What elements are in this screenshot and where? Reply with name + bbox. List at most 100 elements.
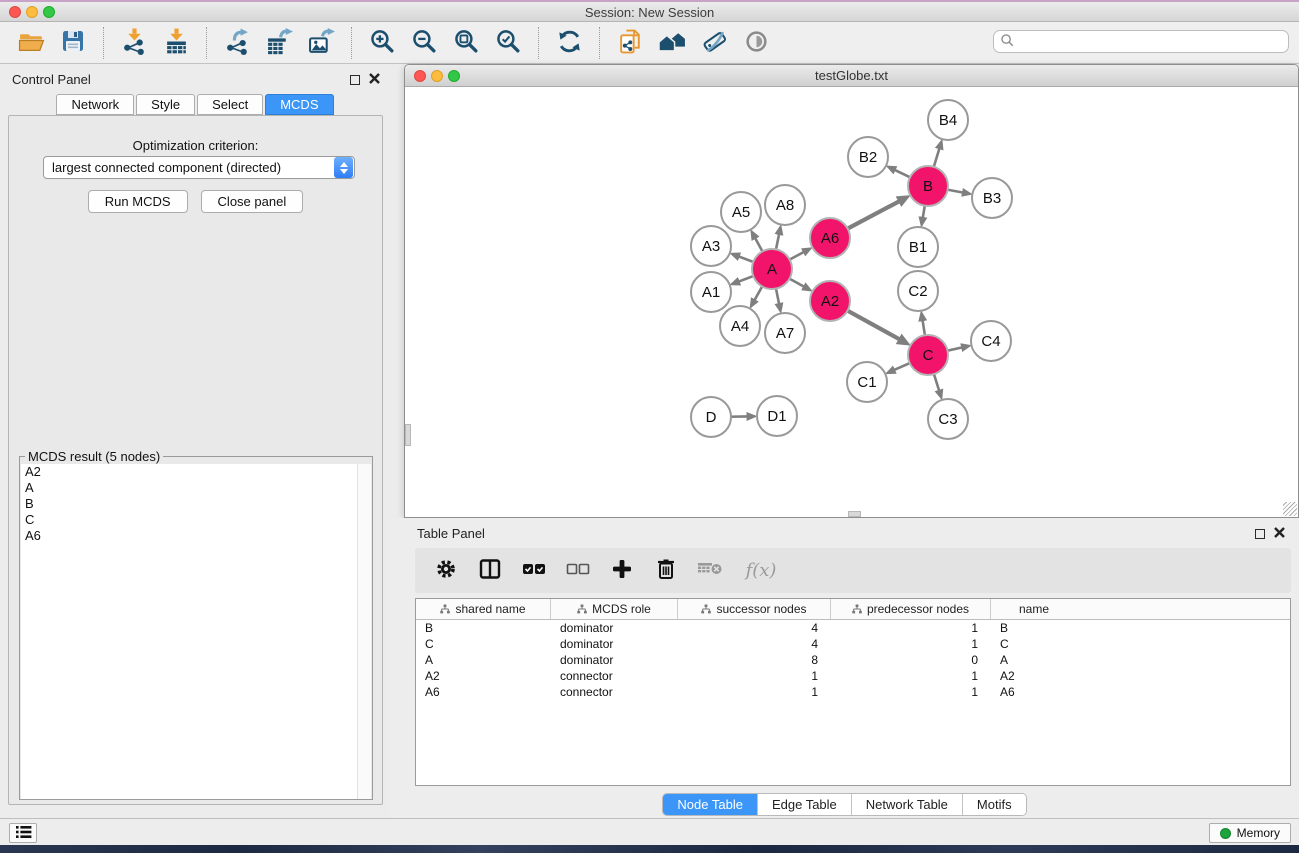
search-input[interactable] xyxy=(1015,32,1288,51)
network-canvas[interactable]: AA1A2A3A4A5A6A7A8BB1B2B3B4CC1C2C3C4DD1 xyxy=(405,87,1298,517)
graph-edge-A2-C[interactable] xyxy=(845,309,899,339)
tab-mcds[interactable]: MCDS xyxy=(265,94,333,115)
column-view-button[interactable] xyxy=(475,556,505,586)
cell-MCDS-role[interactable]: dominator xyxy=(551,653,678,667)
table-row-C[interactable]: Cdominator41C xyxy=(416,636,1290,652)
column-header-name[interactable]: name xyxy=(991,599,1077,619)
save-session-button[interactable] xyxy=(55,26,91,60)
zoom-out-button[interactable] xyxy=(406,26,442,60)
column-header-shared-name[interactable]: shared name xyxy=(416,599,551,619)
cell-shared-name[interactable]: A xyxy=(416,653,551,667)
zoom-fit-button[interactable] xyxy=(448,26,484,60)
tab-select[interactable]: Select xyxy=(197,94,263,115)
graph-node-label-A: A xyxy=(767,261,777,278)
close-panel-button[interactable]: Close panel xyxy=(201,190,304,213)
tab-edge-table[interactable]: Edge Table xyxy=(758,794,852,815)
cell-name[interactable]: B xyxy=(991,621,1077,635)
zoom-in-button[interactable] xyxy=(364,26,400,60)
window-resize-grip[interactable] xyxy=(1283,502,1297,516)
export-table-button[interactable] xyxy=(261,26,297,60)
optimization-criterion-label: Optimization criterion: xyxy=(9,138,382,153)
graph-node-label-C3: C3 xyxy=(938,411,957,428)
add-column-button[interactable] xyxy=(607,556,637,586)
function-builder-button[interactable]: f(x) xyxy=(739,556,783,586)
tab-node-table[interactable]: Node Table xyxy=(663,794,758,815)
cell-shared-name[interactable]: C xyxy=(416,637,551,651)
cell-name[interactable]: C xyxy=(991,637,1077,651)
cell-predecessor-nodes[interactable]: 1 xyxy=(831,621,991,635)
clone-network-button[interactable] xyxy=(612,26,648,60)
open-session-button[interactable] xyxy=(13,26,49,60)
delete-column-button[interactable] xyxy=(651,556,681,586)
tab-network[interactable]: Network xyxy=(56,94,134,115)
select-all-button[interactable] xyxy=(519,556,549,586)
table-row-B[interactable]: Bdominator41B xyxy=(416,620,1290,636)
cell-predecessor-nodes[interactable]: 1 xyxy=(831,685,991,699)
deselect-all-button[interactable] xyxy=(563,556,593,586)
home-button[interactable] xyxy=(654,26,690,60)
mcds-result-item-A2[interactable]: A2 xyxy=(21,464,359,480)
cell-shared-name[interactable]: A6 xyxy=(416,685,551,699)
cell-successor-nodes[interactable]: 4 xyxy=(678,621,831,635)
close-table-panel-icon[interactable] xyxy=(1274,526,1285,541)
tab-style[interactable]: Style xyxy=(136,94,195,115)
cell-successor-nodes[interactable]: 4 xyxy=(678,637,831,651)
table-settings-button[interactable] xyxy=(431,556,461,586)
cell-name[interactable]: A6 xyxy=(991,685,1077,699)
cell-MCDS-role[interactable]: connector xyxy=(551,685,678,699)
result-list-scrollbar[interactable] xyxy=(357,464,371,799)
column-header-successor-nodes[interactable]: successor nodes xyxy=(678,599,831,619)
cell-predecessor-nodes[interactable]: 0 xyxy=(831,653,991,667)
canvas-vertical-scroll-thumb[interactable] xyxy=(405,424,411,446)
cell-shared-name[interactable]: A2 xyxy=(416,669,551,683)
graph-edge-A6-B[interactable] xyxy=(845,201,899,230)
cell-predecessor-nodes[interactable]: 1 xyxy=(831,669,991,683)
graph-node-label-A8: A8 xyxy=(776,197,794,214)
column-header-predecessor-nodes[interactable]: predecessor nodes xyxy=(831,599,991,619)
cell-shared-name[interactable]: B xyxy=(416,621,551,635)
mcds-result-item-C[interactable]: C xyxy=(21,512,359,528)
mcds-result-item-A[interactable]: A xyxy=(21,480,359,496)
criterion-select[interactable]: largest connected component (directed) xyxy=(43,156,355,179)
column-header-MCDS-role[interactable]: MCDS role xyxy=(551,599,678,619)
task-history-button[interactable] xyxy=(9,823,37,843)
cell-name[interactable]: A xyxy=(991,653,1077,667)
float-panel-icon[interactable] xyxy=(350,75,360,85)
table-row-A6[interactable]: A6connector11A6 xyxy=(416,684,1290,700)
workspace: Control Panel Network Style Select MCDS … xyxy=(0,64,1299,818)
float-table-panel-icon[interactable] xyxy=(1255,529,1265,539)
export-network-button[interactable] xyxy=(219,26,255,60)
graph-node-label-B3: B3 xyxy=(983,190,1001,207)
memory-button[interactable]: Memory xyxy=(1209,823,1291,843)
mcds-result-item-B[interactable]: B xyxy=(21,496,359,512)
show-graphics-button[interactable] xyxy=(738,26,774,60)
show-graphics-icon xyxy=(743,28,770,58)
zoom-selected-button[interactable] xyxy=(490,26,526,60)
column-header-label: shared name xyxy=(455,602,525,616)
tab-network-table[interactable]: Network Table xyxy=(852,794,963,815)
export-image-button[interactable] xyxy=(303,26,339,60)
hide-labels-button[interactable] xyxy=(696,26,732,60)
tab-motifs[interactable]: Motifs xyxy=(963,794,1026,815)
cell-successor-nodes[interactable]: 1 xyxy=(678,669,831,683)
table-row-A2[interactable]: A2connector11A2 xyxy=(416,668,1290,684)
run-mcds-button[interactable]: Run MCDS xyxy=(88,190,188,213)
import-network-button[interactable] xyxy=(116,26,152,60)
close-panel-icon[interactable] xyxy=(369,72,380,87)
zoom-fit-icon xyxy=(453,28,480,58)
table-row-A[interactable]: Adominator80A xyxy=(416,652,1290,668)
cell-MCDS-role[interactable]: connector xyxy=(551,669,678,683)
delete-table-button[interactable] xyxy=(695,556,725,586)
refresh-button[interactable] xyxy=(551,26,587,60)
graph-node-label-D: D xyxy=(706,409,717,426)
cell-successor-nodes[interactable]: 1 xyxy=(678,685,831,699)
cell-successor-nodes[interactable]: 8 xyxy=(678,653,831,667)
cell-MCDS-role[interactable]: dominator xyxy=(551,621,678,635)
import-table-button[interactable] xyxy=(158,26,194,60)
canvas-horizontal-scroll-thumb[interactable] xyxy=(848,511,861,517)
cell-name[interactable]: A2 xyxy=(991,669,1077,683)
cell-predecessor-nodes[interactable]: 1 xyxy=(831,637,991,651)
toolbar-separator xyxy=(599,27,600,59)
cell-MCDS-role[interactable]: dominator xyxy=(551,637,678,651)
mcds-result-item-A6[interactable]: A6 xyxy=(21,528,359,544)
